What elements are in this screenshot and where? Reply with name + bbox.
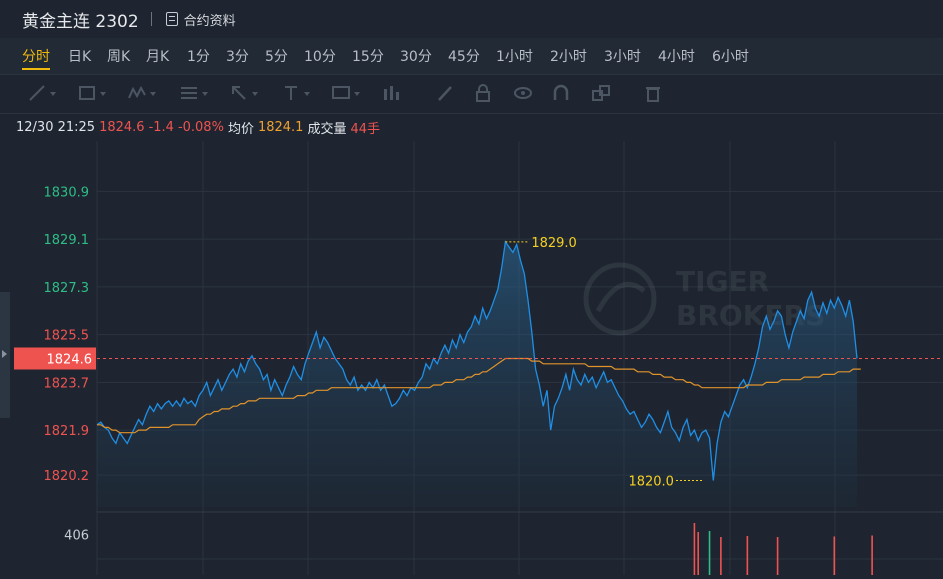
quote-info-line: 12/30 21:25 1824.6 -1.4 -0.08% 均价 1824.1… <box>0 113 943 141</box>
watermark-line1: TIGER <box>676 265 769 298</box>
tab-12[interactable]: 2小时 <box>550 38 587 66</box>
chevron-down-icon[interactable] <box>304 92 310 96</box>
intraday-chart[interactable]: TIGER BROKERS 1830.9 1829.1 1827.3 1825.5 18… <box>0 141 943 575</box>
document-icon <box>165 12 178 26</box>
chevron-down-icon[interactable] <box>252 92 258 96</box>
y-tick-label-1: 1829.1 <box>44 233 90 248</box>
volume-bar-0 <box>693 523 696 575</box>
tab-9[interactable]: 30分 <box>400 38 432 66</box>
tab-7[interactable]: 10分 <box>304 38 336 66</box>
contract-info-button[interactable]: 合约资料 <box>165 10 236 29</box>
tab-1[interactable]: 日K <box>68 38 91 66</box>
bar-tool-icon[interactable] <box>380 83 402 103</box>
quote-price: 1824.6 <box>99 119 145 135</box>
chevron-down-icon[interactable] <box>202 92 208 96</box>
low-annotation-label: 1820.0 <box>628 474 674 489</box>
volume-bar-2 <box>708 531 711 575</box>
text-tool-icon[interactable] <box>280 83 302 103</box>
volume-value: 44手 <box>350 121 381 137</box>
volume-tick-label: 406 <box>64 528 89 543</box>
volume-bar-7 <box>871 535 873 575</box>
volume-bar-4 <box>746 536 749 575</box>
chevron-down-icon[interactable] <box>50 92 56 96</box>
quote-time: 12/30 21:25 <box>16 119 96 135</box>
contract-info-label: 合约资料 <box>183 13 236 29</box>
tab-0[interactable]: 分时 <box>22 38 50 70</box>
tab-10[interactable]: 45分 <box>448 38 480 66</box>
tab-5[interactable]: 3分 <box>226 38 249 66</box>
title-bar: 黄金主连 2302 合约资料 <box>0 0 943 38</box>
trash-icon[interactable] <box>642 83 664 103</box>
avg-value: 1824.1 <box>257 119 304 135</box>
rectangle-tool-icon[interactable] <box>76 83 98 103</box>
line-tool-icon[interactable] <box>26 83 48 103</box>
tab-15[interactable]: 6小时 <box>712 38 749 66</box>
tab-4[interactable]: 1分 <box>187 38 210 66</box>
period-tabs: 分时 日K 周K 月K 1分 3分 5分 10分 15分 30分 45分 1小时 2小时 3小时 4小时 6小… <box>0 38 943 74</box>
high-annotation-label: 1829.0 <box>531 236 577 251</box>
y-tick-label-5: 1821.9 <box>44 424 90 439</box>
arrow-tool-icon[interactable] <box>228 83 250 103</box>
tab-13[interactable]: 3小时 <box>604 38 641 66</box>
wave-tool-icon[interactable] <box>126 83 148 103</box>
title-separator <box>150 12 152 26</box>
quote-change-pct: -0.08% <box>177 119 224 135</box>
y-tick-label-4: 1823.7 <box>44 376 90 391</box>
drawing-toolbar <box>0 74 943 114</box>
page-title: 黄金主连 2302 <box>22 11 139 32</box>
avg-label: 均价 <box>227 121 254 137</box>
chevron-down-icon[interactable] <box>100 92 106 96</box>
chart-svg: TIGER BROKERS 1830.91829.11827.31825.518… <box>14 141 943 575</box>
tab-8[interactable]: 15分 <box>352 38 384 66</box>
y-tick-label-2: 1827.3 <box>44 281 90 296</box>
tab-2[interactable]: 周K <box>107 38 130 66</box>
y-tick-label-3: 1825.5 <box>44 329 90 344</box>
tab-11[interactable]: 1小时 <box>496 38 533 66</box>
volume-bar-1 <box>697 532 699 575</box>
volume-bar-3 <box>720 537 722 575</box>
note-tool-icon[interactable] <box>330 83 352 103</box>
y-tick-label-0: 1830.9 <box>44 185 90 200</box>
magnet-icon[interactable] <box>550 83 572 103</box>
layers-icon[interactable] <box>590 83 612 103</box>
chevron-down-icon[interactable] <box>150 92 156 96</box>
lock-icon[interactable] <box>472 83 494 103</box>
tab-6[interactable]: 5分 <box>265 38 288 66</box>
tab-14[interactable]: 4小时 <box>658 38 695 66</box>
volume-bar-5 <box>776 537 779 575</box>
volume-label: 成交量 <box>307 121 347 137</box>
watermark-logo-icon <box>583 262 657 336</box>
brush-icon[interactable] <box>434 83 456 103</box>
chevron-down-icon[interactable] <box>354 92 360 96</box>
fibonacci-tool-icon[interactable] <box>178 83 200 103</box>
eye-icon[interactable] <box>512 83 534 103</box>
tab-3[interactable]: 月K <box>146 38 169 66</box>
current-price-badge-label: 1824.6 <box>47 352 93 367</box>
volume-bar-6 <box>833 536 836 575</box>
y-tick-label-6: 1820.2 <box>44 469 90 484</box>
quote-change: -1.4 <box>148 119 174 135</box>
